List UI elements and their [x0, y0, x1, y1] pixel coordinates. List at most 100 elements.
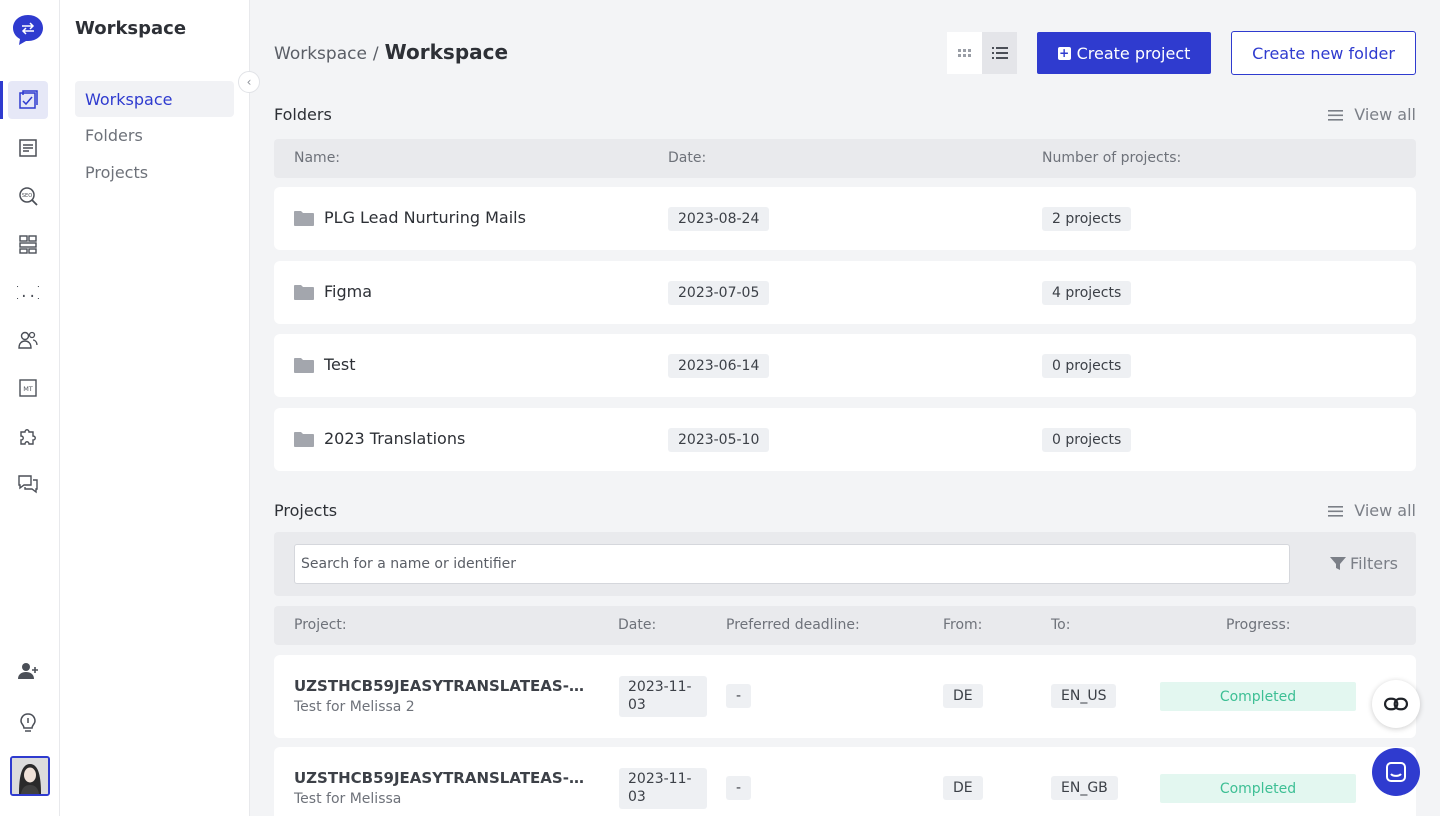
project-deadline: - [726, 684, 752, 708]
user-avatar[interactable] [10, 756, 50, 796]
chat-icon[interactable] [8, 465, 48, 503]
folders-section-title: Folders [274, 105, 332, 124]
list-view-button[interactable] [982, 32, 1017, 74]
folder-name: 2023 Translations [324, 429, 466, 448]
add-user-icon[interactable] [8, 652, 48, 690]
grid-view-button[interactable] [947, 32, 982, 74]
collapse-sidebar-button[interactable]: ‹ [238, 71, 260, 93]
code-braces-icon[interactable]: {..} [8, 273, 48, 311]
folder-project-count: 4 projects [1042, 281, 1132, 305]
folder-name: PLG Lead Nurturing Mails [324, 208, 526, 227]
folder-date: 2023-07-05 [668, 281, 770, 305]
lightbulb-icon[interactable] [8, 704, 48, 742]
support-chat-button[interactable] [1372, 748, 1420, 796]
project-date: 2023-11-03 [619, 768, 707, 809]
rail-active-indicator [0, 81, 3, 119]
project-identifier: UZSTHCB59JEASYTRANSLATEAS-P... [294, 677, 584, 695]
project-target-language: EN_US [1051, 684, 1117, 708]
breadcrumb: Workspace / Workspace [274, 40, 508, 64]
page-title: Workspace [384, 40, 509, 64]
folders-table-header: Name: Date: Number of projects: [274, 139, 1416, 178]
svg-text:{..}: {..} [17, 285, 39, 301]
column-header-count: Number of projects: [1042, 150, 1182, 166]
breadcrumb-separator: / [372, 44, 379, 64]
column-header-deadline: Preferred deadline: [726, 617, 860, 633]
view-toggle [947, 32, 1017, 74]
projects-search-bar: Filters [274, 532, 1416, 596]
main-content: Workspace / Workspace + Create project C… [250, 0, 1440, 816]
menu-lines-icon [1328, 109, 1344, 121]
app-logo-icon[interactable] [11, 13, 45, 47]
chevron-left-icon: ‹ [246, 75, 252, 89]
structure-icon[interactable] [8, 225, 48, 263]
folder-row[interactable]: Test 2023-06-14 0 projects [274, 334, 1416, 397]
breadcrumb-root[interactable]: Workspace [274, 44, 367, 64]
folder-date: 2023-08-24 [668, 207, 770, 231]
projects-view-all[interactable]: View all [1328, 501, 1416, 520]
projects-icon[interactable] [8, 81, 48, 119]
column-header-date: Date: [668, 150, 707, 166]
folder-icon [294, 432, 314, 447]
folders-view-all[interactable]: View all [1328, 105, 1416, 124]
folder-project-count: 0 projects [1042, 354, 1132, 378]
sidebar-item-workspace[interactable]: Workspace [75, 81, 234, 117]
folder-row[interactable]: 2023 Translations 2023-05-10 0 projects [274, 408, 1416, 471]
project-row[interactable]: UZSTHCB59JEASYTRANSLATEAS-P... Test for … [274, 655, 1416, 738]
folder-name: Figma [324, 282, 373, 301]
column-header-to: To: [1051, 617, 1071, 633]
project-target-language: EN_GB [1051, 776, 1118, 800]
menu-lines-icon [1328, 505, 1344, 517]
list-icon [991, 47, 1008, 59]
filters-button[interactable]: Filters [1330, 554, 1398, 573]
create-folder-button[interactable]: Create new folder [1231, 31, 1416, 75]
sidebar-title: Workspace [75, 18, 187, 39]
column-header-project: Project: [294, 617, 347, 633]
create-project-button[interactable]: + Create project [1037, 32, 1211, 74]
folder-project-count: 0 projects [1042, 428, 1132, 452]
search-input[interactable] [294, 544, 1290, 584]
document-icon[interactable] [8, 129, 48, 167]
folder-project-count: 2 projects [1042, 207, 1132, 231]
link-icon [1383, 697, 1409, 711]
column-header-from: From: [943, 617, 983, 633]
seo-search-icon[interactable]: SEO [8, 177, 48, 215]
puzzle-icon[interactable] [8, 417, 48, 455]
machine-translation-icon[interactable]: MT [8, 369, 48, 407]
column-header-date: Date: [618, 617, 657, 633]
column-header-name: Name: [294, 150, 341, 166]
filter-icon [1330, 556, 1347, 570]
status-badge: Completed [1160, 682, 1356, 711]
project-source-language: DE [943, 776, 983, 800]
project-name: Test for Melissa [294, 791, 402, 807]
folder-icon [294, 358, 314, 373]
project-row[interactable]: UZSTHCB59JEASYTRANSLATEAS-P... Test for … [274, 747, 1416, 816]
project-identifier: UZSTHCB59JEASYTRANSLATEAS-P... [294, 769, 584, 787]
project-date: 2023-11-03 [619, 676, 707, 717]
team-icon[interactable] [8, 321, 48, 359]
section-sidebar: Workspace Workspace Folders Projects [60, 0, 250, 816]
sidebar-item-folders[interactable]: Folders [75, 117, 234, 153]
folder-name: Test [324, 355, 356, 374]
project-name: Test for Melissa 2 [294, 699, 415, 715]
sidebar-item-projects[interactable]: Projects [75, 154, 234, 190]
folder-icon [294, 285, 314, 300]
project-source-language: DE [943, 684, 983, 708]
projects-section-title: Projects [274, 501, 338, 520]
icon-rail: SEO {..} MT [0, 0, 60, 816]
folder-row[interactable]: PLG Lead Nurturing Mails 2023-08-24 2 pr… [274, 187, 1416, 250]
folder-icon [294, 211, 314, 226]
svg-text:SEO: SEO [22, 193, 32, 199]
plus-icon: + [1057, 45, 1071, 60]
create-project-label: Create project [1076, 43, 1191, 63]
folder-row[interactable]: Figma 2023-07-05 4 projects [274, 261, 1416, 324]
folder-date: 2023-06-14 [668, 354, 770, 378]
status-badge: Completed [1160, 774, 1356, 803]
svg-text:MT: MT [23, 385, 33, 393]
column-header-progress: Progress: [1226, 617, 1291, 633]
project-deadline: - [726, 776, 752, 800]
link-float-button[interactable] [1372, 680, 1420, 728]
projects-table-header: Project: Date: Preferred deadline: From:… [274, 606, 1416, 645]
grid-icon [957, 49, 971, 57]
chat-bubble-icon [1386, 762, 1406, 782]
folder-date: 2023-05-10 [668, 428, 770, 452]
